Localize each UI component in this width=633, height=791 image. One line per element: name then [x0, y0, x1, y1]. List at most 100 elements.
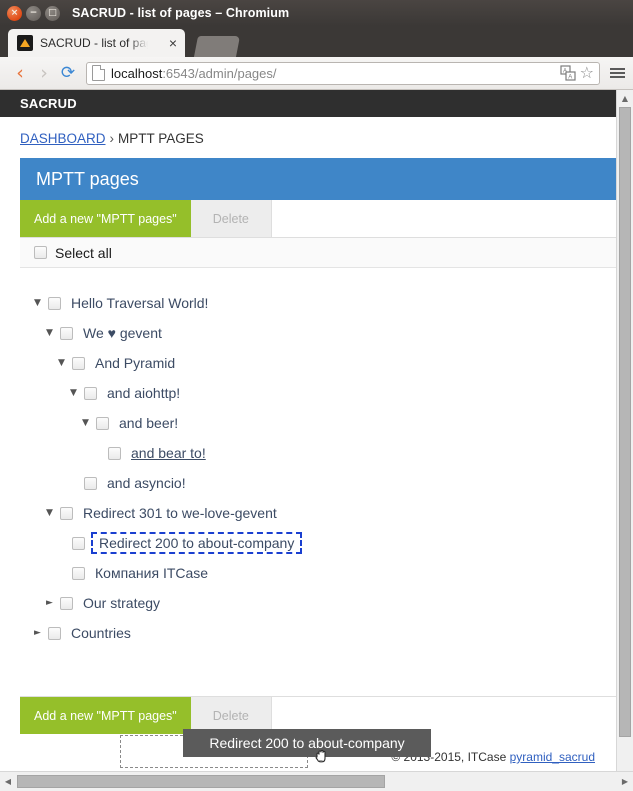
- horizontal-scrollbar[interactable]: ◀ ▶: [0, 771, 633, 791]
- translate-icon[interactable]: A A: [559, 64, 577, 82]
- url-host: localhost: [111, 65, 163, 81]
- caret-down-icon[interactable]: ▼: [46, 508, 58, 518]
- url-path: :6543/admin/pages/: [162, 65, 277, 81]
- vertical-scrollbar[interactable]: ▲: [616, 90, 633, 772]
- tree-node-label[interactable]: Our strategy: [83, 595, 160, 611]
- tree-node[interactable]: Компания ITCase: [20, 558, 617, 588]
- vertical-scroll-thumb[interactable]: [619, 107, 631, 737]
- caret-down-icon[interactable]: ▼: [70, 388, 82, 398]
- tree-node[interactable]: ► Countries: [20, 618, 617, 648]
- window-controls: × − □: [7, 5, 60, 21]
- tree-node-label[interactable]: Компания ITCase: [95, 565, 208, 581]
- add-new-mptt-pages-button-bottom[interactable]: Add a new "MPTT pages": [20, 697, 191, 734]
- tree-node[interactable]: and asyncio!: [20, 468, 617, 498]
- page-tree: ▼ Hello Traversal World! ▼ We ♥ gevent ▼ And …: [20, 268, 617, 768]
- grabbing-hand-cursor-icon: [313, 746, 333, 766]
- tree-node-label[interactable]: And Pyramid: [95, 355, 175, 371]
- close-icon: ×: [10, 7, 19, 18]
- tree-node-checkbox[interactable]: [60, 326, 73, 340]
- tree-node[interactable]: Redirect 200 to about-company: [20, 528, 617, 558]
- address-bar[interactable]: localhost:6543/admin/pages/ A A ☆: [86, 61, 600, 85]
- tree-node-label[interactable]: and aiohttp!: [107, 385, 180, 401]
- back-button[interactable]: ‹: [8, 61, 32, 85]
- scroll-left-arrow-icon[interactable]: ◀: [0, 777, 16, 786]
- tree-node-label[interactable]: Hello Traversal World!: [71, 295, 208, 311]
- pyramid-sacrud-link[interactable]: pyramid_sacrud: [510, 750, 595, 764]
- forward-button[interactable]: ›: [32, 61, 56, 85]
- tree-node[interactable]: ▼ We ♥ gevent: [20, 318, 617, 348]
- minimize-icon: −: [29, 7, 38, 18]
- select-all-checkbox[interactable]: [34, 246, 47, 259]
- page-title: MPTT pages: [36, 168, 139, 189]
- caret-down-icon[interactable]: ▼: [46, 328, 58, 338]
- tree-node[interactable]: ▼ and beer!: [20, 408, 617, 438]
- new-tab-button[interactable]: [193, 36, 241, 57]
- tree-node-label[interactable]: and asyncio!: [107, 475, 186, 491]
- tree-node-checkbox[interactable]: [60, 506, 73, 520]
- tree-node-label[interactable]: Redirect 301 to we-love-gevent: [83, 505, 277, 521]
- page-info-icon[interactable]: [92, 65, 105, 81]
- caret-down-icon[interactable]: ▼: [34, 298, 46, 308]
- breadcrumb-dashboard-link[interactable]: DASHBOARD: [20, 131, 106, 146]
- maximize-icon: □: [48, 7, 57, 18]
- breadcrumb-separator: ›: [109, 131, 115, 146]
- action-bar-filler-top: [271, 200, 617, 237]
- site-header: SACRUD: [0, 90, 617, 117]
- caret-right-icon[interactable]: ►: [46, 598, 58, 608]
- tree-node[interactable]: ▼ And Pyramid: [20, 348, 617, 378]
- tree-node-label[interactable]: Redirect 200 to about-company: [91, 532, 303, 554]
- add-new-mptt-pages-button-top[interactable]: Add a new "MPTT pages": [20, 200, 191, 237]
- caret-right-icon[interactable]: ►: [34, 628, 46, 638]
- browser-window: × − □ SACRUD - list of pages – Chromium …: [0, 0, 633, 791]
- tree-node-checkbox[interactable]: [72, 566, 85, 580]
- tree-node-checkbox[interactable]: [72, 536, 85, 550]
- reload-icon: ⟳: [60, 63, 76, 83]
- mptt-pages-panel: MPTT pages Add a new "MPTT pages" Delete…: [20, 158, 617, 768]
- delete-button-top[interactable]: Delete: [190, 200, 272, 237]
- tree-node[interactable]: ► Our strategy: [20, 588, 617, 618]
- tree-node-checkbox[interactable]: [96, 416, 109, 430]
- tree-node-checkbox[interactable]: [84, 386, 97, 400]
- tree-node-checkbox[interactable]: [48, 626, 61, 640]
- chevron-left-icon: ‹: [16, 61, 24, 84]
- tree-node-label[interactable]: and beer!: [119, 415, 178, 431]
- panel-title-bar: MPTT pages: [20, 158, 617, 200]
- window-titlebar: × − □ SACRUD - list of pages – Chromium: [0, 0, 633, 26]
- caret-down-icon[interactable]: ▼: [58, 358, 70, 368]
- tree-node-label[interactable]: Countries: [71, 625, 131, 641]
- tab-strip: SACRUD - list of pag ×: [0, 26, 633, 57]
- drag-ghost: Redirect 200 to about-company: [183, 729, 431, 757]
- chevron-right-icon: ›: [40, 61, 48, 84]
- reload-button[interactable]: ⟳: [56, 61, 80, 85]
- tree-node-checkbox[interactable]: [60, 596, 73, 610]
- window-minimize-button[interactable]: −: [26, 5, 41, 21]
- window-title: SACRUD - list of pages – Chromium: [72, 6, 290, 20]
- tab-close-icon[interactable]: ×: [169, 35, 177, 51]
- browser-tab[interactable]: SACRUD - list of pag ×: [8, 29, 185, 57]
- window-maximize-button[interactable]: □: [45, 5, 60, 21]
- site-brand[interactable]: SACRUD: [20, 96, 77, 111]
- tree-node-checkbox[interactable]: [108, 446, 121, 460]
- tree-node-checkbox[interactable]: [48, 296, 61, 310]
- tree-node[interactable]: ▼ Hello Traversal World!: [20, 288, 617, 318]
- bookmark-star-icon[interactable]: ☆: [580, 65, 594, 81]
- select-all-row: Select all: [20, 238, 617, 268]
- chrome-menu-icon[interactable]: [610, 68, 625, 78]
- tree-node[interactable]: ▼ Redirect 301 to we-love-gevent: [20, 498, 617, 528]
- horizontal-scroll-thumb[interactable]: [17, 775, 385, 788]
- scroll-up-arrow-icon[interactable]: ▲: [617, 90, 633, 106]
- page-viewport: SACRUD DASHBOARD › MPTT PAGES MPTT pages A…: [0, 90, 633, 772]
- tree-node-label[interactable]: We ♥ gevent: [83, 325, 162, 341]
- tree-node-label[interactable]: and bear to!: [131, 445, 206, 461]
- window-close-button[interactable]: ×: [7, 5, 22, 21]
- breadcrumb: DASHBOARD › MPTT PAGES: [0, 117, 617, 146]
- svg-text:A: A: [568, 75, 572, 81]
- tree-node[interactable]: ▼ and aiohttp!: [20, 378, 617, 408]
- tab-title: SACRUD - list of pag: [40, 36, 148, 50]
- page-content: SACRUD DASHBOARD › MPTT PAGES MPTT pages A…: [0, 90, 617, 772]
- scroll-right-arrow-icon[interactable]: ▶: [617, 777, 633, 786]
- caret-down-icon[interactable]: ▼: [82, 418, 94, 428]
- tree-node[interactable]: and bear to!: [20, 438, 617, 468]
- tree-node-checkbox[interactable]: [84, 476, 97, 490]
- tree-node-checkbox[interactable]: [72, 356, 85, 370]
